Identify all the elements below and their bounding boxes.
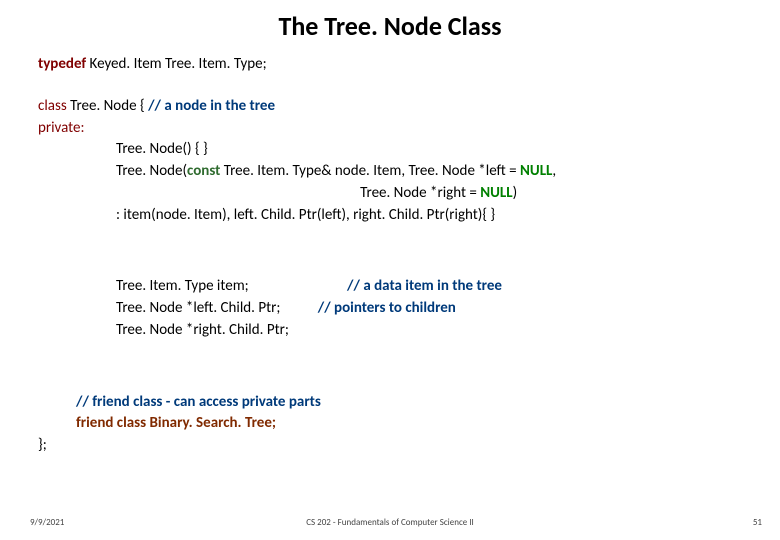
ctor2b-close: ): [513, 184, 518, 202]
line-member1: Tree. Item. Type item; // a data item in…: [38, 276, 742, 298]
m1-pad: [249, 277, 347, 295]
kw-typedef: typedef: [38, 55, 86, 73]
line-private: private:: [38, 118, 742, 140]
ctor2-a: Tree. Node(: [116, 162, 187, 180]
ctor2-e: ,: [552, 162, 556, 180]
kw-const: const: [187, 162, 220, 180]
footer-course: CS 202 - Fundamentals of Computer Scienc…: [0, 517, 780, 528]
m2-pad: [280, 299, 317, 317]
m2-cmt: // pointers to children: [318, 299, 456, 317]
kw-null-2: NULL: [480, 184, 512, 202]
footer-page-number: 51: [753, 517, 762, 528]
ctor2-c: Tree. Item. Type& node. Item, Tree. Node…: [220, 162, 520, 180]
kw-class: class: [38, 97, 70, 115]
m1-cmt: // a data item in the tree: [347, 277, 502, 295]
typedef-rest: Keyed. Item Tree. Item. Type;: [86, 55, 266, 73]
line-ctor2: Tree. Node(const Tree. Item. Type& node.…: [38, 161, 742, 183]
m2-decl: Tree. Node *left. Child. Ptr;: [116, 299, 280, 317]
friend-line: friend class Binary. Search. Tree;: [38, 413, 742, 435]
line-initlist: : item(node. Item), left. Child. Ptr(lef…: [38, 205, 742, 227]
line-class-decl: class Tree. Node { // a node in the tree: [38, 96, 742, 118]
kw-private: private:: [38, 119, 85, 137]
cmt-node: // a node in the tree: [148, 97, 275, 115]
kw-null-1: NULL: [520, 162, 552, 180]
line-ctor1: Tree. Node() { }: [38, 139, 742, 161]
ctor2b-pad: Tree. Node *right =: [116, 184, 480, 202]
line-member2: Tree. Node *left. Child. Ptr; // pointer…: [38, 298, 742, 320]
line-typedef: typedef Keyed. Item Tree. Item. Type;: [38, 54, 742, 76]
end-brace: };: [38, 435, 742, 457]
friend-comment: // friend class - can access private par…: [38, 392, 742, 414]
slide-title: The Tree. Node Class: [0, 0, 780, 42]
m1-decl: Tree. Item. Type item;: [116, 277, 249, 295]
line-ctor2b: Tree. Node *right = NULL): [38, 183, 742, 205]
line-member3: Tree. Node *right. Child. Ptr;: [38, 320, 742, 342]
code-block: typedef Keyed. Item Tree. Item. Type; cl…: [0, 42, 780, 457]
class-name: Tree. Node {: [70, 97, 148, 115]
